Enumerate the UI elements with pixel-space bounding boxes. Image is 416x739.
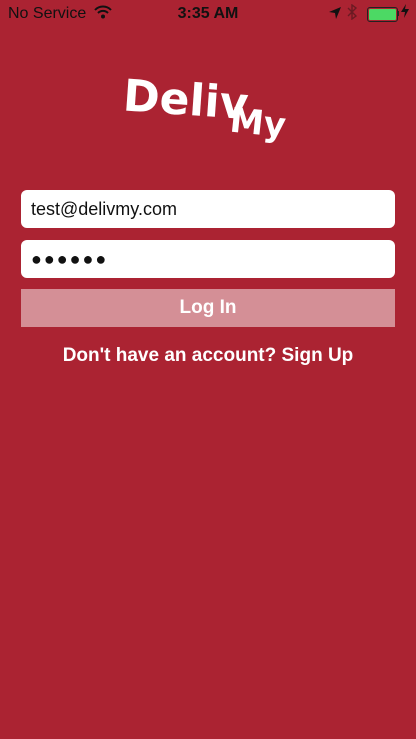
password-input[interactable]: ●●●●●●	[21, 240, 395, 278]
login-button[interactable]: Log In	[21, 289, 395, 327]
location-arrow-icon	[329, 6, 341, 24]
login-button-label: Log In	[179, 297, 237, 318]
battery-tip	[397, 11, 399, 16]
bluetooth-icon	[347, 3, 358, 25]
status-bar: No Service 3:35 AM	[0, 0, 416, 28]
delivmy-logo: Deliv My	[115, 62, 305, 152]
email-input[interactable]: test@delivmy.com	[21, 190, 395, 228]
charging-icon	[401, 4, 409, 21]
signup-link[interactable]: Don't have an account? Sign Up	[0, 345, 416, 367]
logo-text-my: My	[228, 100, 288, 146]
email-value: test@delivmy.com	[31, 198, 177, 219]
password-mask: ●●●●●●	[31, 248, 109, 269]
battery-icon	[367, 7, 398, 22]
